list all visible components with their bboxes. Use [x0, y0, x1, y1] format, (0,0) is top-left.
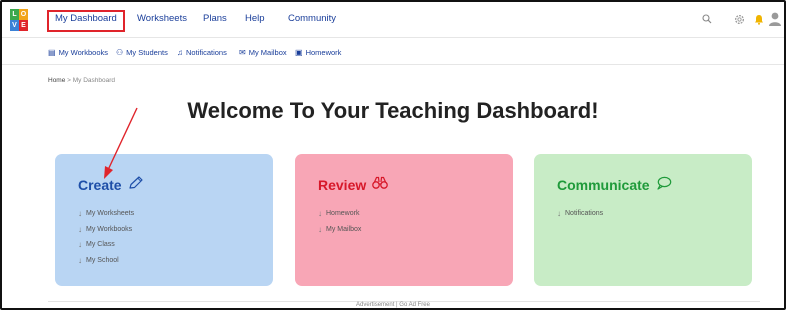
advertisement-label[interactable]: Advertisement | Go Ad Free	[0, 302, 786, 308]
review-card-links: ↓ Homework ↓ My Mailbox	[318, 206, 361, 237]
link-label: My Class	[86, 241, 115, 249]
sub-navigation: ▤ My Workbooks ⚇ My Students ♫ Notificat…	[2, 39, 784, 65]
nav-help[interactable]: Help	[245, 13, 265, 24]
pencil-icon	[128, 176, 144, 193]
link-label: My Worksheets	[86, 210, 135, 218]
top-navigation: L O V E My Dashboard Worksheets Plans He…	[2, 2, 784, 38]
link-homework[interactable]: ↓ Homework	[318, 206, 361, 222]
subnav-label: Homework	[305, 48, 342, 57]
communicate-card-links: ↓ Notifications	[557, 206, 603, 222]
subnav-my-students[interactable]: ⚇ My Students	[116, 48, 168, 57]
card-title-text: Review	[318, 176, 367, 193]
arrow-down-icon: ↓	[78, 240, 82, 250]
arrow-down-icon: ↓	[78, 209, 82, 219]
breadcrumb-home[interactable]: Home	[48, 77, 65, 84]
arrow-down-icon: ↓	[318, 209, 322, 219]
link-label: My Workbooks	[86, 225, 133, 233]
book-icon: ▤	[48, 48, 56, 57]
nav-my-dashboard[interactable]: My Dashboard	[55, 13, 117, 24]
nav-plans[interactable]: Plans	[203, 13, 227, 24]
subnav-my-mailbox[interactable]: ✉ My Mailbox	[239, 48, 287, 57]
bell-icon: ♫	[177, 48, 183, 57]
arrow-down-icon: ↓	[78, 224, 82, 234]
students-icon: ⚇	[116, 48, 124, 57]
logo-letter: E	[19, 20, 28, 31]
create-card-title[interactable]: Create	[78, 176, 144, 193]
link-label: Notifications	[565, 210, 604, 218]
communicate-card-title[interactable]: Communicate	[557, 176, 672, 193]
search-icon[interactable]	[702, 14, 712, 27]
link-notifications[interactable]: ↓ Notifications	[557, 206, 603, 222]
nav-community[interactable]: Community	[288, 13, 336, 24]
communicate-card: Communicate ↓ Notifications	[534, 154, 752, 286]
card-title-text: Create	[78, 176, 122, 193]
create-card-links: ↓ My Worksheets ↓ My Workbooks ↓ My Class ↓…	[78, 206, 134, 268]
create-card: Create ↓ My Worksheets ↓ My Workbooks ↓ My …	[55, 154, 273, 286]
review-card: Review ↓ Homework ↓ My Mailbox	[295, 154, 513, 286]
subnav-label: My Workbooks	[58, 48, 109, 57]
link-label: My Mailbox	[326, 225, 362, 233]
logo-letter: O	[19, 9, 28, 20]
link-my-school[interactable]: ↓ My School	[78, 253, 134, 269]
link-my-mailbox[interactable]: ↓ My Mailbox	[318, 222, 361, 238]
mail-icon: ✉	[239, 48, 246, 57]
link-my-worksheets[interactable]: ↓ My Worksheets	[78, 206, 134, 222]
speech-bubble-icon	[656, 176, 672, 193]
subnav-label: My Mailbox	[248, 48, 287, 57]
arrow-down-icon: ↓	[78, 255, 82, 265]
breadcrumb-current: My Dashboard	[72, 77, 116, 84]
gear-icon[interactable]	[734, 14, 745, 28]
bell-icon[interactable]	[754, 14, 764, 28]
arrow-down-icon: ↓	[318, 224, 322, 234]
link-label: Homework	[326, 210, 360, 218]
subnav-my-workbooks[interactable]: ▤ My Workbooks	[48, 48, 108, 57]
logo-letter: V	[10, 20, 19, 31]
page-title: Welcome To Your Teaching Dashboard!	[187, 98, 599, 123]
arrow-down-icon: ↓	[557, 209, 561, 219]
user-avatar-icon[interactable]	[768, 11, 782, 30]
subnav-label: Notifications	[186, 48, 227, 57]
subnav-notifications[interactable]: ♫ Notifications	[177, 48, 227, 57]
breadcrumb: Home > My Dashboard	[48, 77, 115, 84]
link-my-class[interactable]: ↓ My Class	[78, 237, 134, 253]
logo-letter: L	[10, 9, 19, 20]
card-title-text: Communicate	[557, 176, 650, 193]
link-label: My School	[86, 256, 119, 264]
review-card-title[interactable]: Review	[318, 176, 389, 193]
binoculars-icon	[372, 176, 389, 193]
love-logo[interactable]: L O V E	[10, 9, 28, 31]
breadcrumb-separator: >	[67, 77, 71, 84]
nav-worksheets[interactable]: Worksheets	[137, 13, 187, 24]
subnav-homework[interactable]: ▣ Homework	[295, 48, 341, 57]
link-my-workbooks[interactable]: ↓ My Workbooks	[78, 222, 134, 238]
document-icon: ▣	[295, 48, 303, 57]
subnav-label: My Students	[126, 48, 168, 57]
